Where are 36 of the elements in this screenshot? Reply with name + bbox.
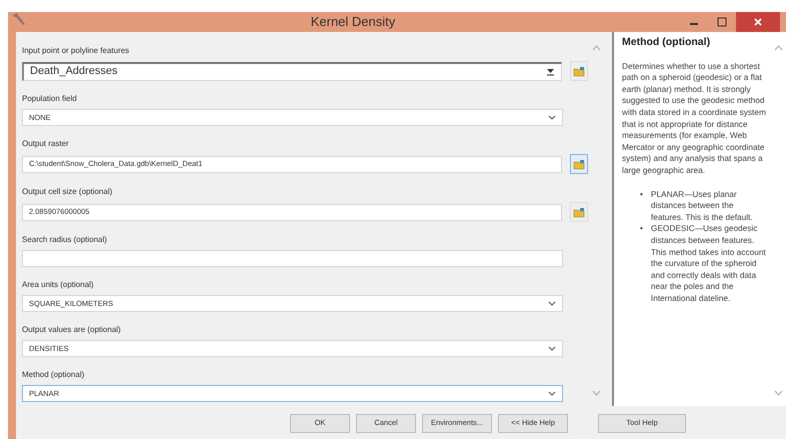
window-title: Kernel Density — [310, 13, 396, 32]
help-title: Method (optional) — [622, 37, 712, 49]
chevron-down-icon — [548, 115, 556, 120]
chevron-down-icon — [548, 301, 556, 306]
bullet-marker: • — [640, 223, 643, 236]
help-bullet: PLANAR—Uses planar distances between the features. This is the default. — [650, 188, 754, 224]
browse-button[interactable] — [570, 202, 588, 222]
field-label: Output values are (optional) — [22, 325, 121, 335]
dropdown-arrow-icon — [546, 66, 555, 76]
chevron-down-icon — [548, 391, 556, 396]
scroll-up-icon[interactable] — [592, 45, 600, 51]
maximize-icon — [717, 17, 727, 27]
folder-icon — [573, 66, 585, 76]
scroll-down-icon[interactable] — [774, 390, 782, 396]
field-label: Output raster — [22, 139, 69, 149]
field-label: Input point or polyline features — [22, 46, 130, 56]
browse-button[interactable] — [570, 154, 588, 174]
close-button[interactable] — [736, 12, 780, 32]
field-label: Population field — [22, 94, 77, 104]
field-label: Search radius (optional) — [22, 235, 107, 245]
help-paragraph: Determines whether to use a shortest path on a spheroid (geodesic) or a flat earth (planar) method. It is strongly suggested to use the geodesic method with data stored in a coordinate system that is not appropriate for distance measurements (for example, Web Mercator or any geographic coordinate system) and any analysis that spans a large geographic area. — [622, 60, 766, 177]
field-label: Method (optional) — [22, 370, 84, 380]
folder-icon — [573, 206, 585, 218]
close-icon — [753, 17, 763, 27]
dropdown-field[interactable]: Death_Addresses — [22, 62, 562, 80]
scroll-down-icon[interactable] — [592, 390, 600, 396]
chevron-down-icon — [548, 346, 556, 352]
help-bullet: GEODESIC—Uses geodesic distances between features. This method takes into account the curvature of the spheroid and correctly deals with data near the poles and the International dateline. — [650, 223, 766, 304]
hammer-icon — [12, 12, 26, 26]
folder-icon — [573, 158, 585, 170]
bullet-marker: • — [640, 188, 643, 201]
browse-button[interactable] — [570, 61, 588, 81]
field-label: Area units (optional) — [22, 280, 94, 290]
input-field[interactable] — [22, 250, 563, 267]
field-label: Output cell size (optional) — [22, 187, 112, 197]
scroll-up-icon[interactable] — [774, 45, 782, 51]
